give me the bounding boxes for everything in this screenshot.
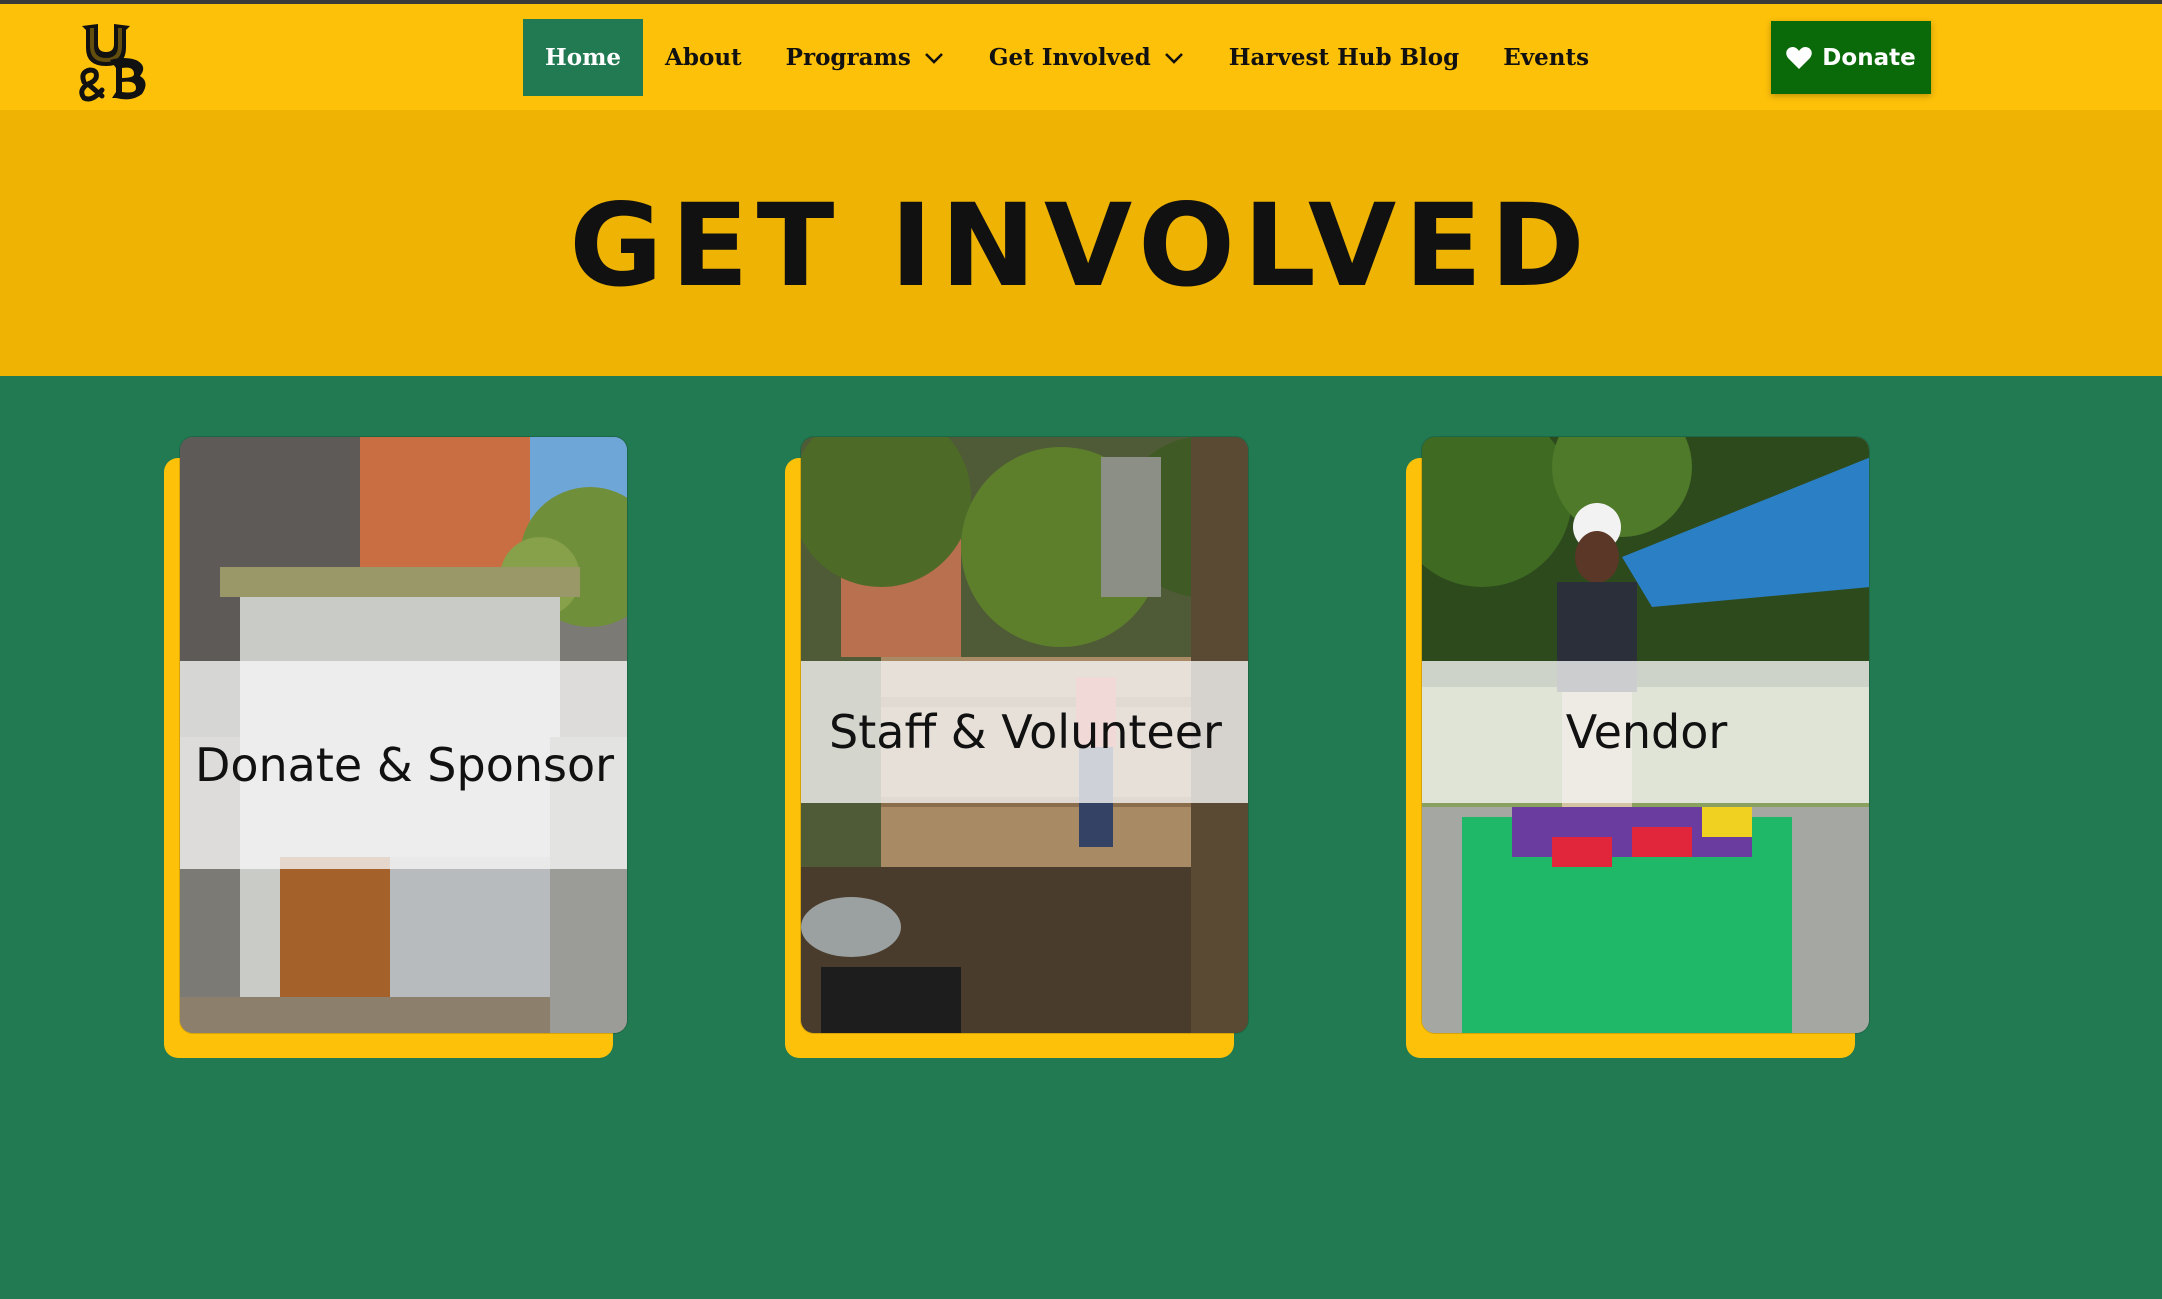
card-donate-sponsor[interactable]: Donate & Sponsor — [179, 436, 628, 1034]
chevron-down-icon — [1164, 52, 1183, 64]
nav-item-events[interactable]: Events — [1481, 19, 1611, 96]
card-label-band: Staff & Volunteer — [801, 661, 1248, 803]
chevron-down-icon — [924, 52, 943, 64]
heart-icon — [1786, 46, 1813, 69]
nav-item-home[interactable]: Home — [523, 19, 644, 96]
site-header: Home About Programs Get Involved Harvest… — [0, 4, 2162, 110]
card-label-band: Vendor — [1422, 661, 1869, 803]
page-title: GET INVOLVED — [569, 178, 1593, 312]
card-label-band: Donate & Sponsor — [180, 661, 627, 869]
card-title: Staff & Volunteer — [829, 705, 1222, 759]
card-donate-sponsor-wrap: Donate & Sponsor — [164, 436, 628, 1058]
nav-item-label: Get Involved — [988, 44, 1151, 71]
nav-item-programs[interactable]: Programs — [764, 19, 967, 96]
hero-banner: GET INVOLVED — [0, 110, 2162, 376]
card-vendor-wrap: Vendor — [1406, 436, 1870, 1058]
nav-item-label: Events — [1503, 44, 1590, 71]
main-menu: Home About Programs Get Involved Harvest… — [523, 19, 1611, 96]
card-title: Vendor — [1565, 705, 1728, 759]
nav-item-label: Programs — [785, 44, 911, 71]
card-staff-volunteer-wrap: Staff & Volunteer — [785, 436, 1249, 1058]
card-title: Donate & Sponsor — [194, 738, 615, 792]
nav-item-label: Home — [545, 44, 622, 71]
donate-button[interactable]: Donate — [1771, 21, 1931, 94]
nav-item-label: About — [665, 44, 742, 71]
donate-label: Donate — [1822, 44, 1916, 71]
nav-item-get-involved[interactable]: Get Involved — [967, 19, 1207, 96]
card-vendor[interactable]: Vendor — [1421, 436, 1870, 1034]
ub-logo-icon[interactable] — [76, 20, 154, 102]
card-staff-volunteer[interactable]: Staff & Volunteer — [800, 436, 1249, 1034]
nav-item-harvest-hub-blog[interactable]: Harvest Hub Blog — [1207, 19, 1481, 96]
nav-item-label: Harvest Hub Blog — [1228, 44, 1460, 71]
nav-item-about[interactable]: About — [643, 19, 764, 96]
